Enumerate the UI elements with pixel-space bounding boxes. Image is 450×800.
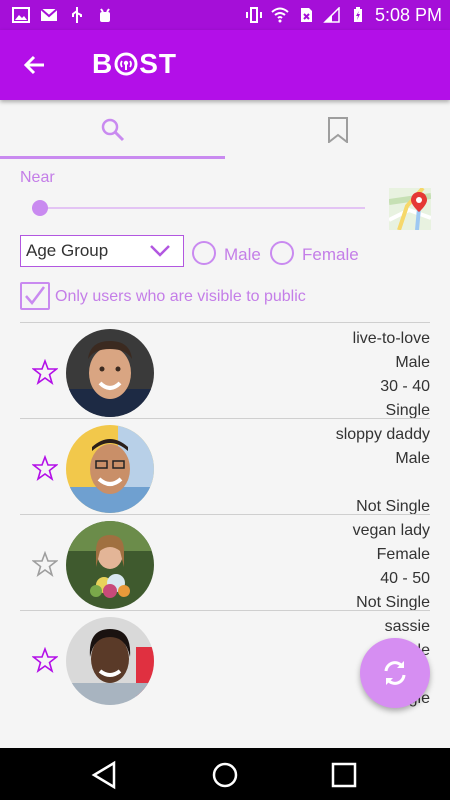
tab-saved[interactable] <box>225 100 450 160</box>
vibrate-icon <box>245 7 262 23</box>
user-gender: Male <box>395 450 430 467</box>
active-tab-indicator <box>0 156 225 159</box>
refresh-button[interactable] <box>360 638 430 708</box>
user-name: vegan lady <box>352 522 430 539</box>
logo-text-right: ST <box>139 48 178 79</box>
wifi-icon <box>271 7 289 23</box>
usb-icon <box>72 7 82 23</box>
male-radio-label[interactable]: Male <box>224 245 261 265</box>
tab-bar <box>0 100 450 160</box>
male-radio[interactable] <box>192 241 216 265</box>
no-sim-icon <box>300 8 312 22</box>
checkmark-icon <box>25 286 45 305</box>
near-label: Near <box>20 169 55 186</box>
user-gender: Female <box>376 546 430 563</box>
logo-text-left: B <box>92 48 114 79</box>
tab-search[interactable] <box>0 100 225 160</box>
status-time: 5:08 PM <box>374 4 442 25</box>
female-radio[interactable] <box>270 241 294 265</box>
user-age <box>336 471 430 495</box>
distance-slider-track[interactable] <box>40 207 365 209</box>
star-filled-icon[interactable] <box>32 647 58 673</box>
user-name: sassie <box>384 618 430 635</box>
chevron-down-icon <box>150 245 170 257</box>
avatar <box>66 521 154 609</box>
visible-users-label[interactable]: Only users who are visible to public <box>55 288 306 306</box>
list-item[interactable]: vegan lady Female 40 - 50 Not Single <box>20 514 430 611</box>
back-triangle-icon[interactable] <box>90 760 120 790</box>
image-icon <box>12 7 30 23</box>
user-name: live-to-love <box>352 330 430 347</box>
arrow-left-icon[interactable] <box>22 52 48 78</box>
user-age: 40 - 50 <box>380 570 430 587</box>
user-info: live-to-love Male 30 - 40 Single <box>353 327 430 423</box>
signal-icon <box>323 7 340 23</box>
star-filled-icon[interactable] <box>32 455 58 481</box>
list-item[interactable]: live-to-love Male 30 - 40 Single <box>20 322 430 419</box>
female-radio-label[interactable]: Female <box>302 245 359 265</box>
user-name: sloppy daddy <box>335 426 430 443</box>
home-circle-icon[interactable] <box>210 760 240 790</box>
list-item[interactable]: sloppy daddy Male Not Single <box>20 418 430 515</box>
broadcast-logo-icon <box>114 52 138 76</box>
search-icon <box>101 118 124 142</box>
system-nav-bar <box>0 748 450 800</box>
avatar <box>66 329 154 417</box>
star-filled-icon[interactable] <box>32 359 58 385</box>
user-gender: Male <box>395 354 430 371</box>
age-group-value: Age Group <box>26 241 109 260</box>
battery-charging-icon <box>353 7 362 22</box>
android-debug-icon <box>100 8 110 22</box>
user-info: vegan lady Female 40 - 50 Not Single <box>353 519 430 615</box>
app-bar: B ST <box>0 30 450 100</box>
avatar <box>66 617 154 705</box>
status-bar: 5:08 PM <box>0 0 450 30</box>
age-group-select[interactable]: Age Group <box>20 235 184 267</box>
visible-users-checkbox[interactable] <box>20 282 50 310</box>
bookmark-icon <box>327 117 348 143</box>
distance-slider-thumb[interactable] <box>32 200 48 216</box>
avatar <box>66 425 154 513</box>
user-info: sloppy daddy Male Not Single <box>336 423 430 519</box>
recents-square-icon[interactable] <box>329 760 359 790</box>
map-icon[interactable] <box>389 188 431 230</box>
mail-icon <box>40 8 58 21</box>
user-age: 30 - 40 <box>380 378 430 395</box>
app-logo: B ST <box>92 48 177 80</box>
refresh-icon <box>384 661 406 685</box>
star-outline-icon[interactable] <box>32 551 58 577</box>
